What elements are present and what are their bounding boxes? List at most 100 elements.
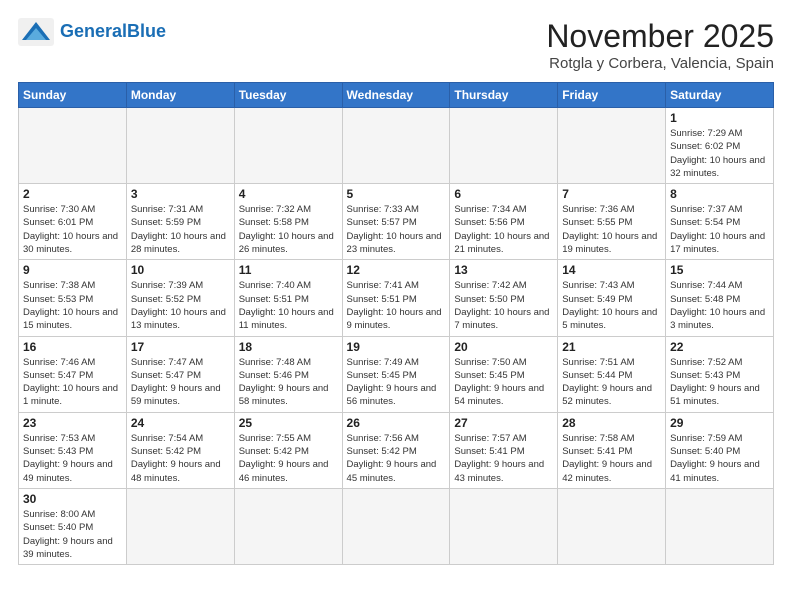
day-info: Sunrise: 7:30 AM Sunset: 6:01 PM Dayligh… (23, 203, 122, 256)
weekday-header-monday: Monday (126, 83, 234, 108)
calendar-cell: 8 Sunrise: 7:37 AM Sunset: 5:54 PM Daylig… (666, 184, 774, 260)
calendar-cell: 10 Sunrise: 7:39 AM Sunset: 5:52 PM Dayli… (126, 260, 234, 336)
day-number: 9 (23, 263, 122, 277)
calendar-cell: 16Sunrise: 7:46 AM Sunset: 5:47 PM Dayli… (19, 336, 127, 412)
logo-text: GeneralBlue (60, 22, 166, 42)
logo-general: General (60, 21, 127, 41)
weekday-header-sunday: Sunday (19, 83, 127, 108)
day-number: 26 (347, 416, 446, 430)
day-number: 17 (131, 340, 230, 354)
day-info: Sunrise: 7:50 AM Sunset: 5:45 PM Dayligh… (454, 356, 553, 409)
day-info: Sunrise: 7:39 AM Sunset: 5:52 PM Dayligh… (131, 279, 230, 332)
day-number: 8 (670, 187, 769, 201)
calendar-cell (126, 108, 234, 184)
calendar-cell: 30Sunrise: 8:00 AM Sunset: 5:40 PM Dayli… (19, 488, 127, 564)
day-info: Sunrise: 7:46 AM Sunset: 5:47 PM Dayligh… (23, 356, 122, 409)
day-number: 21 (562, 340, 661, 354)
day-number: 19 (347, 340, 446, 354)
calendar-cell (234, 488, 342, 564)
weekday-header-saturday: Saturday (666, 83, 774, 108)
calendar-cell: 9Sunrise: 7:38 AM Sunset: 5:53 PM Daylig… (19, 260, 127, 336)
day-number: 2 (23, 187, 122, 201)
day-info: Sunrise: 7:55 AM Sunset: 5:42 PM Dayligh… (239, 432, 338, 485)
day-number: 6 (454, 187, 553, 201)
day-number: 3 (131, 187, 230, 201)
calendar-cell: 12 Sunrise: 7:41 AM Sunset: 5:51 PM Dayli… (342, 260, 450, 336)
calendar-cell: 27 Sunrise: 7:57 AM Sunset: 5:41 PM Dayli… (450, 412, 558, 488)
day-info: Sunrise: 7:31 AM Sunset: 5:59 PM Dayligh… (131, 203, 230, 256)
calendar-cell: 20Sunrise: 7:50 AM Sunset: 5:45 PM Dayli… (450, 336, 558, 412)
header-area: GeneralBlue November 2025 Rotgla y Corbe… (18, 18, 774, 72)
calendar-cell: 11 Sunrise: 7:40 AM Sunset: 5:51 PM Dayli… (234, 260, 342, 336)
calendar-cell (342, 488, 450, 564)
weekday-header-wednesday: Wednesday (342, 83, 450, 108)
day-number: 10 (131, 263, 230, 277)
calendar-cell: 28 Sunrise: 7:58 AM Sunset: 5:41 PM Dayli… (558, 412, 666, 488)
calendar-cell (126, 488, 234, 564)
title-area: November 2025 Rotgla y Corbera, Valencia… (546, 18, 774, 72)
day-number: 13 (454, 263, 553, 277)
day-number: 30 (23, 492, 122, 506)
calendar-cell (558, 488, 666, 564)
calendar-cell: 2 Sunrise: 7:30 AM Sunset: 6:01 PM Daylig… (19, 184, 127, 260)
calendar-cell: 6 Sunrise: 7:34 AM Sunset: 5:56 PM Daylig… (450, 184, 558, 260)
calendar-week-5: 30Sunrise: 8:00 AM Sunset: 5:40 PM Dayli… (19, 488, 774, 564)
day-info: Sunrise: 7:56 AM Sunset: 5:42 PM Dayligh… (347, 432, 446, 485)
calendar-cell: 18Sunrise: 7:48 AM Sunset: 5:46 PM Dayli… (234, 336, 342, 412)
logo-blue: Blue (127, 21, 166, 41)
day-info: Sunrise: 7:34 AM Sunset: 5:56 PM Dayligh… (454, 203, 553, 256)
calendar: SundayMondayTuesdayWednesdayThursdayFrid… (18, 82, 774, 565)
weekday-header-tuesday: Tuesday (234, 83, 342, 108)
calendar-cell: 26 Sunrise: 7:56 AM Sunset: 5:42 PM Dayli… (342, 412, 450, 488)
day-info: Sunrise: 7:47 AM Sunset: 5:47 PM Dayligh… (131, 356, 230, 409)
day-number: 12 (347, 263, 446, 277)
calendar-cell: 24 Sunrise: 7:54 AM Sunset: 5:42 PM Dayli… (126, 412, 234, 488)
calendar-cell: 17 Sunrise: 7:47 AM Sunset: 5:47 PM Dayli… (126, 336, 234, 412)
day-info: Sunrise: 7:52 AM Sunset: 5:43 PM Dayligh… (670, 356, 769, 409)
day-number: 28 (562, 416, 661, 430)
day-number: 11 (239, 263, 338, 277)
calendar-cell (450, 108, 558, 184)
calendar-week-0: 1 Sunrise: 7:29 AM Sunset: 6:02 PM Daylig… (19, 108, 774, 184)
calendar-cell: 4Sunrise: 7:32 AM Sunset: 5:58 PM Daylig… (234, 184, 342, 260)
day-info: Sunrise: 7:54 AM Sunset: 5:42 PM Dayligh… (131, 432, 230, 485)
calendar-week-2: 9Sunrise: 7:38 AM Sunset: 5:53 PM Daylig… (19, 260, 774, 336)
day-info: Sunrise: 7:29 AM Sunset: 6:02 PM Dayligh… (670, 127, 769, 180)
day-number: 27 (454, 416, 553, 430)
location-title: Rotgla y Corbera, Valencia, Spain (546, 55, 774, 72)
day-number: 15 (670, 263, 769, 277)
weekday-header-thursday: Thursday (450, 83, 558, 108)
calendar-cell: 25 Sunrise: 7:55 AM Sunset: 5:42 PM Dayli… (234, 412, 342, 488)
day-info: Sunrise: 7:42 AM Sunset: 5:50 PM Dayligh… (454, 279, 553, 332)
calendar-cell (234, 108, 342, 184)
calendar-cell: 13 Sunrise: 7:42 AM Sunset: 5:50 PM Dayli… (450, 260, 558, 336)
day-info: Sunrise: 7:41 AM Sunset: 5:51 PM Dayligh… (347, 279, 446, 332)
day-number: 24 (131, 416, 230, 430)
day-info: Sunrise: 7:58 AM Sunset: 5:41 PM Dayligh… (562, 432, 661, 485)
day-info: Sunrise: 7:37 AM Sunset: 5:54 PM Dayligh… (670, 203, 769, 256)
day-info: Sunrise: 7:32 AM Sunset: 5:58 PM Dayligh… (239, 203, 338, 256)
day-info: Sunrise: 7:40 AM Sunset: 5:51 PM Dayligh… (239, 279, 338, 332)
day-info: Sunrise: 7:36 AM Sunset: 5:55 PM Dayligh… (562, 203, 661, 256)
day-info: Sunrise: 7:59 AM Sunset: 5:40 PM Dayligh… (670, 432, 769, 485)
day-number: 25 (239, 416, 338, 430)
calendar-week-4: 23 Sunrise: 7:53 AM Sunset: 5:43 PM Dayli… (19, 412, 774, 488)
month-title: November 2025 (546, 18, 774, 55)
day-number: 1 (670, 111, 769, 125)
calendar-cell: 15Sunrise: 7:44 AM Sunset: 5:48 PM Dayli… (666, 260, 774, 336)
calendar-cell (450, 488, 558, 564)
calendar-cell: 21Sunrise: 7:51 AM Sunset: 5:44 PM Dayli… (558, 336, 666, 412)
day-info: Sunrise: 7:53 AM Sunset: 5:43 PM Dayligh… (23, 432, 122, 485)
calendar-cell: 22Sunrise: 7:52 AM Sunset: 5:43 PM Dayli… (666, 336, 774, 412)
calendar-cell: 7Sunrise: 7:36 AM Sunset: 5:55 PM Daylig… (558, 184, 666, 260)
day-number: 5 (347, 187, 446, 201)
calendar-cell: 23 Sunrise: 7:53 AM Sunset: 5:43 PM Dayli… (19, 412, 127, 488)
calendar-cell: 1 Sunrise: 7:29 AM Sunset: 6:02 PM Daylig… (666, 108, 774, 184)
day-info: Sunrise: 7:33 AM Sunset: 5:57 PM Dayligh… (347, 203, 446, 256)
calendar-cell: 14Sunrise: 7:43 AM Sunset: 5:49 PM Dayli… (558, 260, 666, 336)
calendar-cell (558, 108, 666, 184)
day-info: Sunrise: 7:57 AM Sunset: 5:41 PM Dayligh… (454, 432, 553, 485)
day-number: 23 (23, 416, 122, 430)
calendar-cell: 19Sunrise: 7:49 AM Sunset: 5:45 PM Dayli… (342, 336, 450, 412)
calendar-cell: 5 Sunrise: 7:33 AM Sunset: 5:57 PM Daylig… (342, 184, 450, 260)
